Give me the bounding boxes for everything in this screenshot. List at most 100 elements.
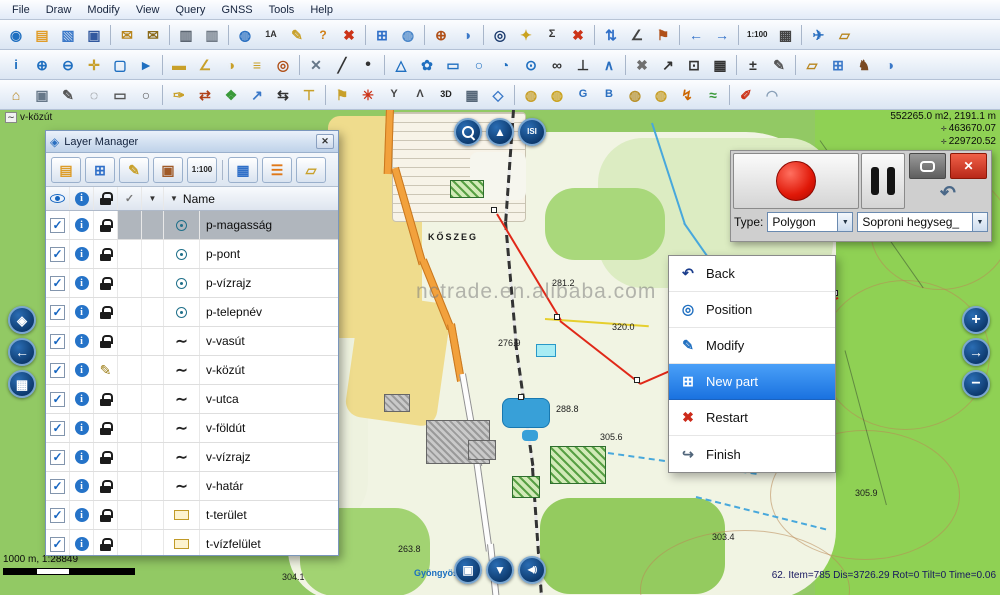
scale-1-100-button[interactable]: 1:100 xyxy=(187,157,217,183)
lock-cell[interactable] xyxy=(94,501,118,529)
gnss-satellite-button[interactable]: ✦ xyxy=(514,23,538,47)
pan-right-button[interactable]: → xyxy=(962,338,990,366)
vertex-marker[interactable] xyxy=(554,314,560,320)
visibility-cell[interactable]: ✓ xyxy=(46,327,70,355)
map-home-button[interactable]: ⌂ xyxy=(4,83,28,107)
disc-stack-button[interactable]: ◍ xyxy=(519,83,543,107)
zoom-in-tool-button[interactable]: ⊕ xyxy=(30,53,54,77)
pause-button[interactable] xyxy=(861,153,905,209)
visibility-cell[interactable]: ✓ xyxy=(46,269,70,297)
point-tool-button[interactable]: • xyxy=(356,53,380,77)
layer-checkbox[interactable]: ✓ xyxy=(50,218,65,233)
clipboard-button[interactable]: ▱ xyxy=(800,53,824,77)
three-d-view-button[interactable]: 3D xyxy=(434,83,458,107)
menu-gnss[interactable]: GNSS xyxy=(213,2,260,18)
vertex-marker[interactable] xyxy=(634,377,640,383)
label-tag-button[interactable]: ▱ xyxy=(296,157,326,183)
info-cell[interactable]: i xyxy=(70,385,94,413)
snap-point-button[interactable]: ⊕ xyxy=(429,23,453,47)
draw-pencil-button[interactable]: ✎ xyxy=(56,83,80,107)
label-1a-button[interactable]: 1A xyxy=(259,23,283,47)
reroute-tool-button[interactable]: ⇄ xyxy=(193,83,217,107)
info-cell[interactable]: i xyxy=(70,414,94,442)
vertex-add-button[interactable]: ± xyxy=(741,53,765,77)
map-search-button[interactable] xyxy=(454,118,482,146)
context-menu-item-new-part[interactable]: ⊞New part xyxy=(669,364,835,400)
menu-view[interactable]: View xyxy=(128,2,168,18)
trend-chart-button[interactable]: ↗ xyxy=(245,83,269,107)
angle-measure-button[interactable]: ∠ xyxy=(625,23,649,47)
circle-select-button[interactable]: ○ xyxy=(134,83,158,107)
context-menu-item-finish[interactable]: ↪Finish xyxy=(669,436,835,472)
compass-tool-button[interactable]: ◑ xyxy=(878,53,902,77)
web-map-button[interactable]: ◍ xyxy=(233,23,257,47)
visibility-cell[interactable]: ✓ xyxy=(46,501,70,529)
isi-button[interactable]: ISI xyxy=(518,118,546,146)
spike-tool-button[interactable]: ∧ xyxy=(597,53,621,77)
lock-cell[interactable] xyxy=(94,269,118,297)
info-cell[interactable]: i xyxy=(70,240,94,268)
checker-pattern-button[interactable]: ▦ xyxy=(773,23,797,47)
info-cell[interactable]: i xyxy=(70,530,94,556)
protractor-button[interactable]: ◑ xyxy=(219,53,243,77)
info-tool-button[interactable]: i xyxy=(4,53,28,77)
perpendicular-tool-button[interactable]: ⊥ xyxy=(571,53,595,77)
visibility-cell[interactable]: ✓ xyxy=(46,298,70,326)
delete-button[interactable]: ✖ xyxy=(337,23,361,47)
select-tool-button[interactable]: ► xyxy=(134,53,158,77)
pan-tool-button[interactable]: ✛ xyxy=(82,53,106,77)
info-cell[interactable]: i xyxy=(70,327,94,355)
vertex-marker[interactable] xyxy=(518,394,524,400)
undo-button[interactable]: ↶ xyxy=(940,179,956,207)
context-menu-item-back[interactable]: ↶Back xyxy=(669,256,835,292)
wave-tool-button[interactable]: ≈ xyxy=(701,83,725,107)
lock-cell[interactable] xyxy=(94,327,118,355)
context-menu-item-position[interactable]: ◎Position xyxy=(669,292,835,328)
open-layer-button[interactable]: ▤ xyxy=(51,157,81,183)
iso-grid-button[interactable]: ▦ xyxy=(460,83,484,107)
lock-cell[interactable] xyxy=(94,530,118,556)
visibility-cell[interactable]: ✓ xyxy=(46,385,70,413)
add-layer-button[interactable]: ⊞ xyxy=(85,157,115,183)
info-cell[interactable]: i xyxy=(70,443,94,471)
kite-shape-button[interactable]: ◇ xyxy=(486,83,510,107)
layer-row-p-telepnév[interactable]: ✓ip-telepnév xyxy=(46,298,338,327)
vertex-edit-button[interactable]: ✎ xyxy=(767,53,791,77)
visibility-cell[interactable]: ✓ xyxy=(46,530,70,556)
level-button[interactable]: ≡ xyxy=(245,53,269,77)
layer-row-v-utca[interactable]: ✓i∼v-utca xyxy=(46,385,338,414)
pages-button[interactable]: ▱ xyxy=(832,23,856,47)
menu-query[interactable]: Query xyxy=(167,2,213,18)
delete-selection-button[interactable]: ✖ xyxy=(566,23,590,47)
close-record-button[interactable]: ✕ xyxy=(950,153,987,179)
open-project-button[interactable]: ▤ xyxy=(30,23,54,47)
select-frame-button[interactable]: ▣ xyxy=(30,83,54,107)
mail-receive-button[interactable]: ✉ xyxy=(141,23,165,47)
menu-modify[interactable]: Modify xyxy=(79,2,127,18)
info-cell[interactable]: i xyxy=(70,298,94,326)
visibility-column-header[interactable] xyxy=(46,187,70,210)
mesh-tool-button[interactable]: ▦ xyxy=(708,53,732,77)
dome-view-button[interactable]: ◠ xyxy=(760,83,784,107)
help-button[interactable]: ? xyxy=(311,23,335,47)
visibility-cell[interactable]: ✓ xyxy=(46,240,70,268)
red-pencil-button[interactable]: ✐ xyxy=(734,83,758,107)
layer-stack-button[interactable]: ❖ xyxy=(219,83,243,107)
sector-button[interactable]: ◑ xyxy=(455,23,479,47)
name-column-header[interactable]: ▼Name xyxy=(164,187,338,210)
layer-checkbox[interactable]: ✓ xyxy=(50,479,65,494)
globe-b-button[interactable]: B xyxy=(597,83,621,107)
info-cell[interactable]: i xyxy=(70,356,94,384)
visibility-cell[interactable]: ✓ xyxy=(46,356,70,384)
visibility-cell[interactable]: ✓ xyxy=(46,472,70,500)
compass-button[interactable]: ◉ xyxy=(4,23,28,47)
layer-checkbox[interactable]: ✓ xyxy=(50,392,65,407)
sort-column-header[interactable]: ▼ xyxy=(142,187,164,210)
frame-tool-button[interactable]: ⊡ xyxy=(682,53,706,77)
erase-tool-button[interactable]: ✖ xyxy=(630,53,654,77)
mail-send-button[interactable]: ✉ xyxy=(115,23,139,47)
line-tool-button[interactable]: ╱ xyxy=(330,53,354,77)
layer-checkbox[interactable]: ✓ xyxy=(50,305,65,320)
lock-cell[interactable] xyxy=(94,443,118,471)
circle-tool-button[interactable]: ○ xyxy=(467,53,491,77)
